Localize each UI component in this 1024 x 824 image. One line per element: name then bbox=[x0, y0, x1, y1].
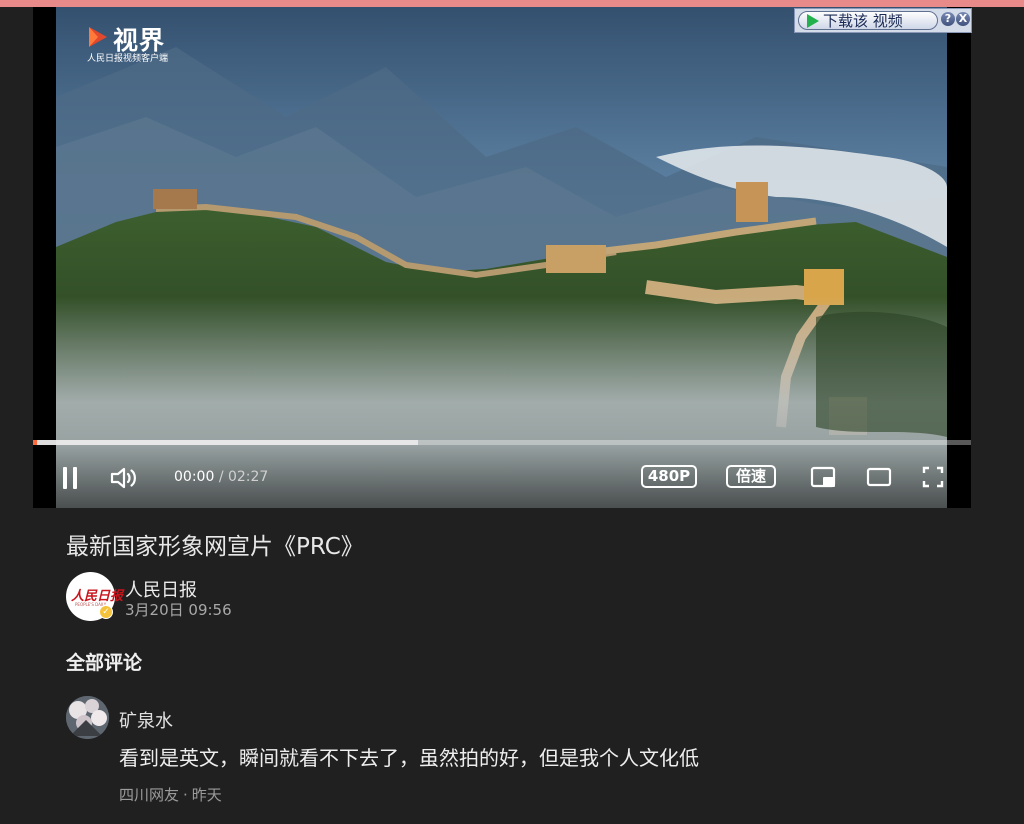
fullscreen-icon bbox=[922, 466, 944, 488]
blossom-photo-icon bbox=[66, 696, 109, 739]
play-arrow-icon bbox=[807, 13, 819, 28]
pause-icon-left bbox=[63, 467, 67, 489]
commenter-avatar[interactable] bbox=[66, 696, 109, 739]
pause-button[interactable] bbox=[61, 467, 79, 489]
speed-button[interactable]: 倍速 bbox=[726, 465, 776, 488]
volume-icon bbox=[110, 467, 136, 489]
play-logo-icon bbox=[89, 27, 107, 47]
download-toolbar: 下载该 视频 ? X bbox=[794, 8, 972, 33]
video-title: 最新国家形象网宣片《PRC》 bbox=[66, 534, 364, 560]
author-avatar[interactable]: 人民日报 PEOPLE'S DAILY ✓ bbox=[66, 572, 123, 621]
close-button[interactable]: X bbox=[956, 12, 970, 26]
download-label: 下载该 视频 bbox=[823, 12, 903, 30]
comments-heading: 全部评论 bbox=[66, 652, 143, 674]
great-wall-scene-image bbox=[56, 7, 947, 508]
post-date: 3月20日 09:56 bbox=[125, 601, 232, 619]
meta-separator: · bbox=[183, 786, 188, 804]
quality-button[interactable]: 480P bbox=[641, 465, 697, 488]
widescreen-icon bbox=[866, 467, 892, 487]
volume-button[interactable] bbox=[109, 465, 141, 491]
time-separator: / bbox=[218, 469, 224, 485]
commenter-name[interactable]: 矿泉水 bbox=[119, 707, 173, 733]
comment-text: 看到是英文，瞬间就看不下去了，虽然拍的好，但是我个人文化低 bbox=[119, 746, 699, 770]
video-player[interactable]: 视界 人民日报视频客户端 00:00 / 02:27 480P 倍速 bbox=[33, 7, 971, 508]
top-accent-bar bbox=[0, 0, 1024, 7]
total-time: 02:27 bbox=[227, 469, 269, 485]
download-video-button[interactable]: 下载该 视频 bbox=[798, 11, 938, 30]
pause-icon-right bbox=[73, 467, 77, 489]
time-display: 00:00 / 02:27 bbox=[174, 469, 268, 485]
current-time: 00:00 bbox=[174, 469, 215, 485]
theater-mode-button[interactable] bbox=[866, 466, 892, 488]
control-bar: 00:00 / 02:27 480P 倍速 bbox=[33, 445, 971, 508]
video-frame[interactable] bbox=[56, 7, 947, 508]
fullscreen-button[interactable] bbox=[922, 466, 944, 488]
picture-in-picture-button[interactable] bbox=[810, 466, 838, 490]
comment-time: 昨天 bbox=[191, 786, 222, 804]
logo-subtitle: 人民日报视频客户端 bbox=[87, 54, 169, 64]
check-badge-icon: ✓ bbox=[99, 605, 113, 619]
comment-location: 四川网友 bbox=[119, 786, 180, 804]
comment-meta: 四川网友 · 昨天 bbox=[119, 784, 222, 805]
pip-icon bbox=[810, 466, 836, 488]
help-button[interactable]: ? bbox=[941, 12, 955, 26]
